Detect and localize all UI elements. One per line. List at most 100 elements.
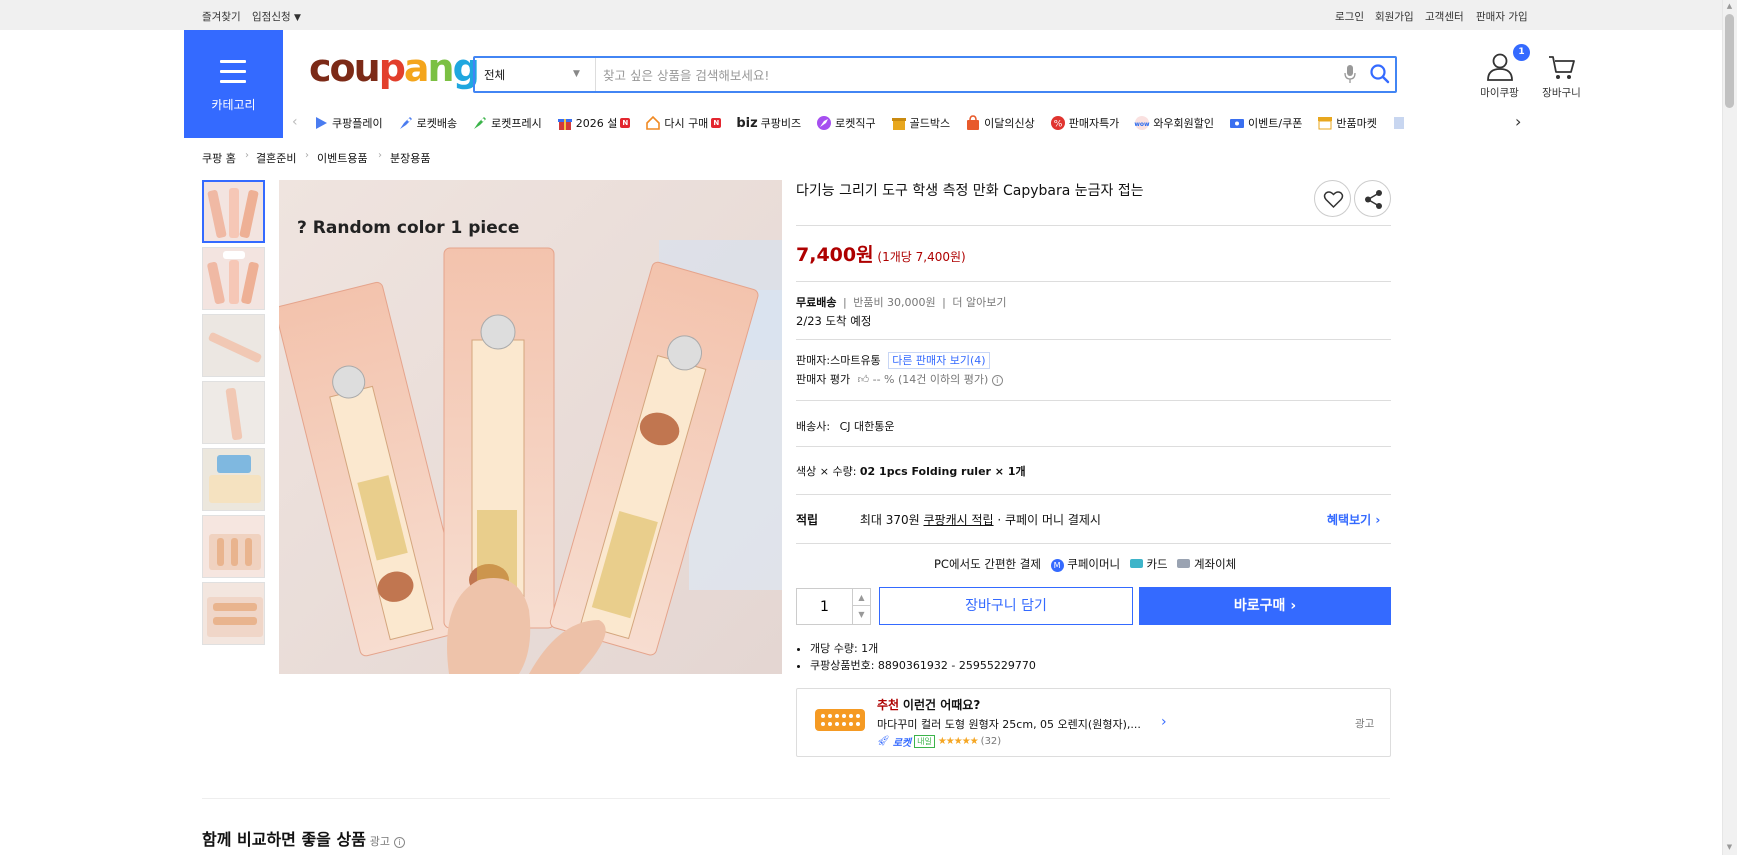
search-icon[interactable] bbox=[1368, 62, 1392, 86]
other-sellers-button[interactable]: 다른 판매자 보기(4) bbox=[888, 352, 990, 369]
gnb-item[interactable]: 다시 구매 N bbox=[645, 115, 722, 131]
info-icon[interactable]: i bbox=[393, 837, 405, 848]
reward-row: 적립 최대 370원 쿠팡캐시 적립 · 쿠페이 머니 결제시 bbox=[796, 513, 1101, 527]
new-badge: N bbox=[711, 118, 722, 128]
card-icon bbox=[1129, 559, 1143, 568]
price-row: 7,400원 (1개당 7,400원) bbox=[796, 240, 966, 267]
carrier-row: 배송사: CJ 대한통운 bbox=[796, 420, 895, 433]
add-to-cart-button[interactable]: 장바구니 담기 bbox=[879, 587, 1133, 625]
quantity-stepper: ▲ ▼ bbox=[796, 588, 871, 625]
shipping-info: 무료배송 | 반품비 30,000원 | 더 알아보기 bbox=[796, 296, 1007, 309]
login-link[interactable]: 로그인 bbox=[1335, 9, 1364, 24]
detail-item: 개당 수량: 1개 bbox=[810, 640, 1036, 657]
favorites-link[interactable]: 즐겨찾기 bbox=[202, 9, 241, 24]
chevron-right-icon: › bbox=[1375, 513, 1381, 527]
shopping-bag-icon bbox=[967, 115, 980, 130]
recommendation-card[interactable]: 추천 이런건 어때요? 마다꾸미 컬러 도형 원형자 25cm, 05 오렌지(… bbox=[796, 688, 1391, 757]
gnb-item[interactable]: 이달의신상 bbox=[965, 115, 1035, 131]
info-icon[interactable]: i bbox=[991, 375, 1003, 386]
divider bbox=[796, 339, 1391, 340]
signup-link[interactable]: 회원가입 bbox=[1375, 9, 1414, 24]
breadcrumb-item[interactable]: 분장용품 bbox=[390, 150, 430, 166]
gnb-item[interactable]: 쿠팡플레이 bbox=[313, 115, 383, 131]
scrollbar-thumb[interactable] bbox=[1725, 14, 1734, 108]
buy-now-button[interactable]: 바로구매 › bbox=[1139, 587, 1391, 625]
product-title: 다기능 그리기 도구 학생 측정 만화 Capybara 눈금자 접는 bbox=[796, 183, 1144, 199]
heart-icon bbox=[1323, 191, 1344, 209]
scroll-up-icon[interactable]: ▲ bbox=[1725, 2, 1734, 11]
bank-transfer-icon bbox=[1177, 559, 1191, 568]
seller-signup-link[interactable]: 판매자 가입 bbox=[1476, 9, 1528, 24]
pc-payment-row: PC에서도 간편한 결제 M 쿠페이머니 카드 계좌이체 bbox=[934, 557, 1237, 572]
wow-icon: wow bbox=[1135, 116, 1151, 130]
product-main-image[interactable]: ? Random color 1 piece bbox=[279, 180, 782, 674]
seller-apply-link[interactable]: 입점신청 ▼ bbox=[252, 9, 301, 24]
product-thumbnail[interactable] bbox=[202, 582, 265, 645]
market-icon bbox=[1318, 117, 1333, 130]
gnb-item[interactable]: 반품마켓 bbox=[1317, 115, 1377, 131]
divider bbox=[796, 400, 1391, 401]
gnb-item[interactable]: 로켓프레시 bbox=[472, 115, 542, 131]
recommend-product-name[interactable]: 마다꾸미 컬러 도형 원형자 25cm, 05 오렌지(원형자),... bbox=[877, 716, 1141, 732]
search-input[interactable] bbox=[603, 62, 1323, 88]
chevron-right-icon: › bbox=[1290, 598, 1297, 614]
learn-more-link[interactable]: 더 알아보기 bbox=[952, 296, 1006, 309]
breadcrumb-separator-icon: › bbox=[378, 150, 382, 161]
gnb-next-icon[interactable]: › bbox=[1515, 112, 1521, 131]
breadcrumb-item[interactable]: 결혼준비 bbox=[256, 150, 296, 166]
microphone-icon[interactable] bbox=[1344, 64, 1356, 84]
wishlist-button[interactable] bbox=[1314, 180, 1351, 217]
category-menu-button[interactable]: 카테고리 bbox=[184, 30, 283, 138]
detail-item: 쿠팡상품번호: 8890361932 - 25955229770 bbox=[810, 657, 1036, 674]
cart-count-badge: 1 bbox=[1513, 44, 1530, 61]
gnb-item[interactable]: % 판매자특가 bbox=[1050, 115, 1119, 131]
coupon-icon bbox=[1230, 119, 1245, 128]
breadcrumb-item[interactable]: 이벤트용품 bbox=[317, 150, 368, 166]
product-thumbnail[interactable] bbox=[202, 448, 265, 511]
my-coupang-label: 마이쿠팡 bbox=[1480, 87, 1519, 99]
coupang-cash-link[interactable]: 쿠팡캐시 적립 bbox=[924, 513, 994, 527]
gnb-item[interactable]: 로켓직구 bbox=[816, 115, 876, 131]
scroll-down-icon[interactable]: ▼ bbox=[1725, 843, 1734, 852]
breadcrumb-separator-icon: › bbox=[305, 150, 309, 161]
gnb-item[interactable]: 로켓배송 bbox=[398, 115, 457, 131]
product-thumbnail[interactable] bbox=[202, 381, 265, 444]
gnb-item[interactable]: 골드박스 bbox=[891, 115, 950, 131]
rocket-icon bbox=[399, 117, 412, 129]
breadcrumb-separator-icon: › bbox=[245, 150, 249, 161]
rocket-icon: 🚀︎ bbox=[877, 736, 890, 747]
benefits-link[interactable]: 혜택보기 › bbox=[1327, 511, 1380, 528]
biz-icon: biz bbox=[736, 115, 758, 131]
gnb-item[interactable]: wow 와우회원할인 bbox=[1134, 115, 1214, 131]
quantity-increase-icon[interactable]: ▲ bbox=[852, 589, 870, 606]
gnb-prev-icon[interactable]: ‹ bbox=[292, 114, 298, 130]
cart-button[interactable]: 장바구니 bbox=[1534, 52, 1589, 100]
gnb-item[interactable]: 이벤트/쿠폰 bbox=[1229, 115, 1302, 131]
share-icon bbox=[1365, 190, 1382, 209]
chevron-right-icon[interactable]: › bbox=[1161, 714, 1167, 730]
svg-text:wow: wow bbox=[1135, 121, 1151, 128]
sale-price: 7,400원 bbox=[796, 244, 874, 266]
share-button[interactable] bbox=[1354, 180, 1391, 217]
coupang-logo[interactable]: coupang bbox=[309, 48, 480, 88]
customer-center-link[interactable]: 고객센터 bbox=[1425, 9, 1464, 24]
product-thumbnail[interactable] bbox=[202, 515, 265, 578]
compare-section-header: 함께 비교하면 좋을 상품 광고 i bbox=[202, 826, 405, 850]
seller-name[interactable]: 스마트유통 bbox=[830, 354, 881, 367]
divider bbox=[796, 446, 1391, 447]
gnb-item[interactable]: biz 쿠팡비즈 bbox=[736, 115, 801, 131]
breadcrumb-home[interactable]: 쿠팡 홈 bbox=[202, 150, 236, 166]
percent-icon: % bbox=[1050, 116, 1065, 130]
product-thumbnail[interactable] bbox=[202, 180, 265, 243]
global-rocket-icon bbox=[817, 116, 832, 130]
selected-option: 색상 × 수량: 02 1pcs Folding ruler × 1개 bbox=[796, 465, 1026, 478]
quantity-decrease-icon[interactable]: ▼ bbox=[852, 606, 870, 624]
quantity-input[interactable] bbox=[797, 589, 852, 624]
product-thumbnail[interactable] bbox=[202, 314, 265, 377]
unit-price: (1개당 7,400원) bbox=[877, 250, 966, 264]
search-category-select[interactable]: 전체 ▼ bbox=[475, 58, 596, 91]
divider bbox=[796, 281, 1391, 282]
product-thumbnail[interactable] bbox=[202, 247, 265, 310]
gnb-item[interactable]: 2026 설 N bbox=[557, 115, 631, 131]
vertical-scrollbar[interactable] bbox=[1722, 0, 1737, 855]
